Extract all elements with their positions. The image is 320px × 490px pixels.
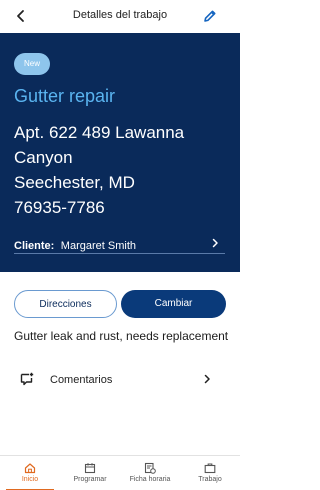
chevron-right-icon [212, 238, 218, 248]
nav-label: Trabajo [198, 476, 222, 483]
change-button[interactable]: Cambiar [121, 290, 226, 318]
calendar-icon [84, 463, 96, 474]
nav-item-work[interactable]: Trabajo [180, 456, 240, 490]
job-address: Apt. 622 489 Lawanna Canyon Seechester, … [14, 120, 229, 220]
job-description: Gutter leak and rust, needs replacement [14, 329, 229, 343]
client-name: Margaret Smith [60, 240, 136, 252]
nav-label: Ficha horaria [129, 476, 171, 483]
chevron-right-icon [204, 374, 210, 384]
nav-item-timesheet[interactable]: Ficha horaria [120, 456, 180, 490]
nav-item-home[interactable]: Inicio [0, 456, 60, 490]
comments-label: Comentarios [50, 374, 113, 386]
comment-add-icon [20, 372, 34, 386]
directions-button[interactable]: Direcciones [14, 290, 117, 318]
address-line: Apt. 622 489 Lawanna [14, 123, 185, 142]
job-title: Gutter repair [14, 86, 116, 106]
address-line: Canyon [14, 148, 73, 167]
job-summary-panel: New Gutter repair Apt. 622 489 Lawanna C… [0, 33, 240, 272]
nav-label: Inicio [21, 476, 39, 483]
bottom-navigation: Inicio Programar Ficha horaria Trabajo [0, 455, 240, 490]
timesheet-icon [144, 462, 156, 474]
nav-label: Programar [73, 476, 107, 483]
address-line: 76935-7786 [14, 198, 105, 217]
top-app-bar: Detalles del trabajo [0, 0, 240, 33]
address-line: Seechester, MD [14, 173, 135, 192]
status-badge: New [14, 53, 51, 75]
briefcase-icon [204, 463, 216, 474]
home-icon [24, 463, 36, 474]
comments-row[interactable]: Comentarios [20, 368, 215, 392]
client-label: Cliente: [14, 240, 55, 252]
nav-item-schedule[interactable]: Programar [60, 456, 120, 490]
pencil-icon[interactable] [202, 8, 218, 24]
client-row[interactable]: Cliente: Margaret Smith [14, 236, 225, 254]
